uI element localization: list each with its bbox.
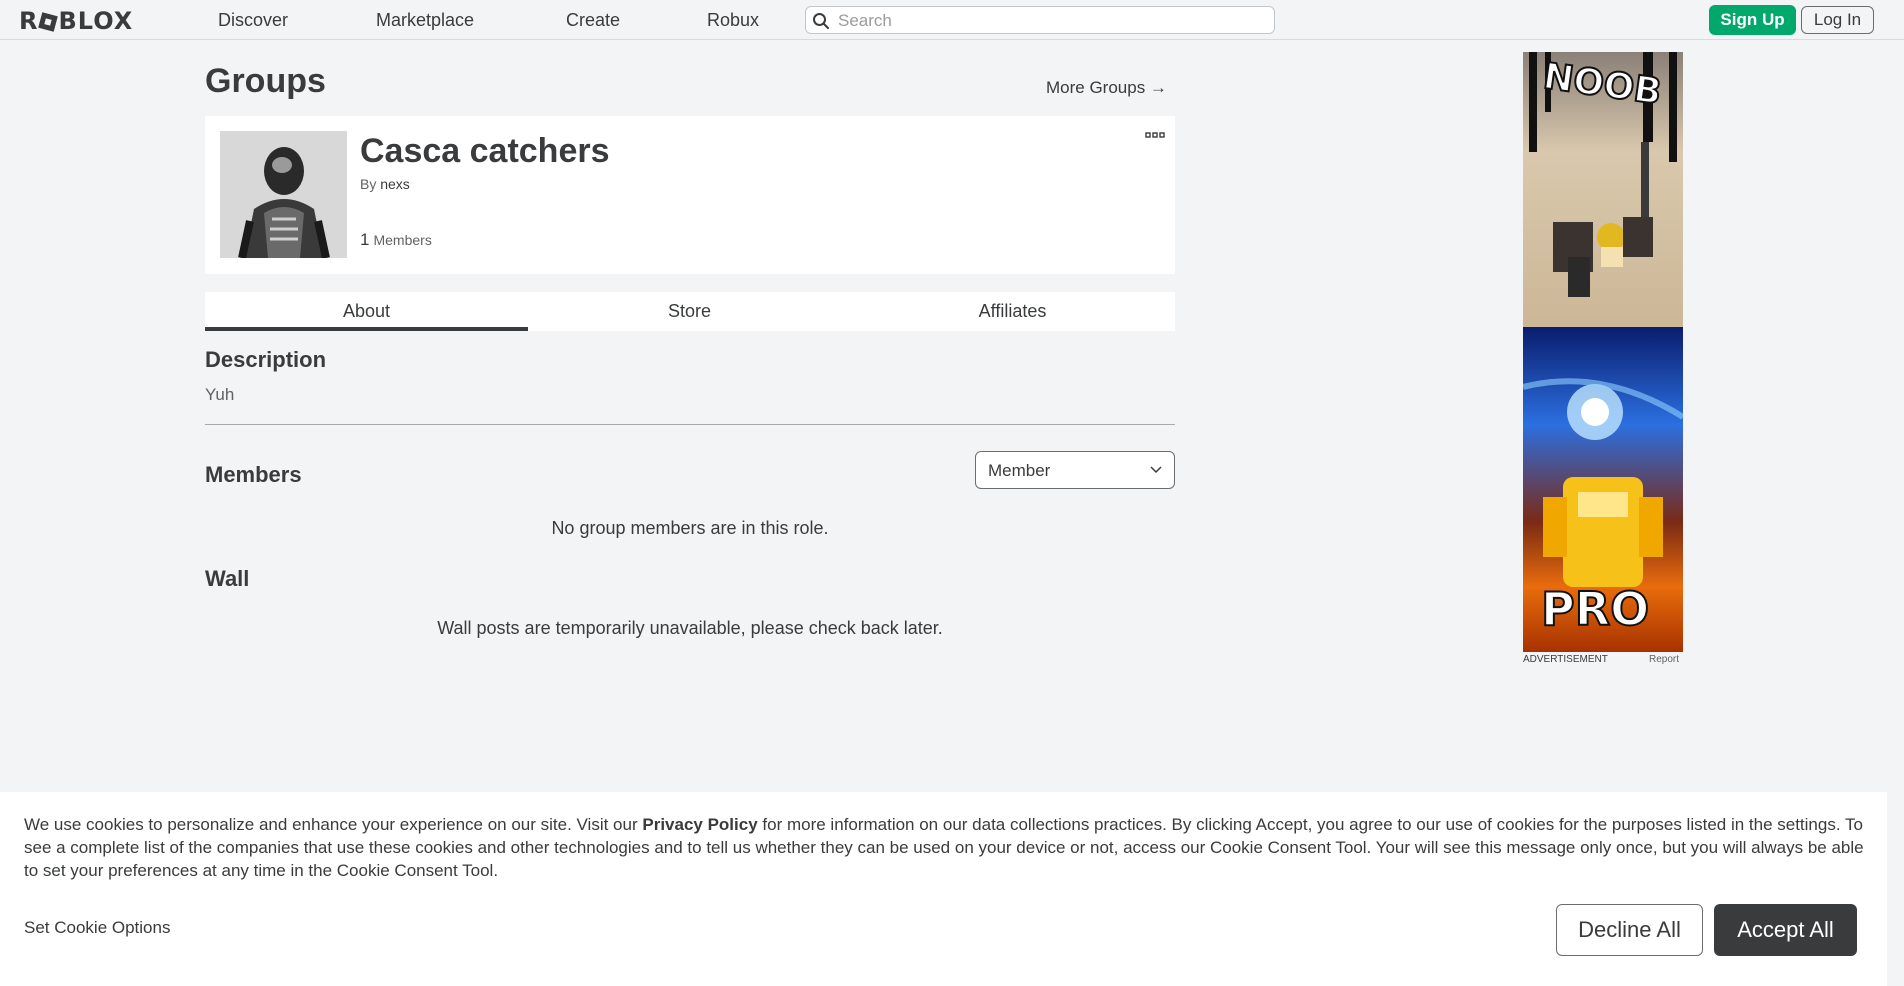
member-count-label: Members bbox=[373, 232, 432, 248]
wall-heading: Wall bbox=[205, 566, 250, 591]
group-name: Casca catchers bbox=[360, 132, 610, 170]
sign-up-button[interactable]: Sign Up bbox=[1709, 5, 1796, 35]
group-header-card: Casca catchers By nexs 1 Members bbox=[205, 116, 1175, 274]
role-dropdown[interactable]: Member bbox=[975, 451, 1175, 489]
cookie-message: We use cookies to personalize and enhanc… bbox=[24, 813, 1874, 882]
more-options-icon[interactable] bbox=[1145, 131, 1165, 141]
group-tabs: About Store Affiliates bbox=[205, 292, 1175, 331]
accept-all-button[interactable]: Accept All bbox=[1714, 904, 1857, 956]
privacy-policy-link[interactable]: Privacy Policy bbox=[642, 815, 757, 834]
ad-top-image: NOOB bbox=[1523, 52, 1683, 337]
more-groups-link[interactable]: More Groups → bbox=[1046, 78, 1167, 98]
section-divider bbox=[205, 424, 1175, 425]
tab-store[interactable]: Store bbox=[528, 292, 851, 331]
nav-robux[interactable]: Robux bbox=[707, 10, 759, 31]
member-count: 1 Members bbox=[360, 230, 432, 250]
advertisement-banner[interactable]: NOOB PRO bbox=[1523, 52, 1683, 652]
search-input[interactable] bbox=[836, 9, 1260, 33]
search-icon bbox=[813, 13, 829, 29]
role-dropdown-value: Member bbox=[988, 461, 1051, 480]
wall-unavailable-message: Wall posts are temporarily unavailable, … bbox=[437, 618, 943, 638]
set-cookie-options-link[interactable]: Set Cookie Options bbox=[24, 918, 170, 938]
owner-link[interactable]: nexs bbox=[380, 176, 410, 192]
tab-affiliates[interactable]: Affiliates bbox=[851, 292, 1174, 331]
description-heading: Description bbox=[205, 347, 327, 372]
members-empty-message: No group members are in this role. bbox=[551, 518, 829, 538]
member-count-number: 1 bbox=[360, 230, 370, 249]
page-title: Groups bbox=[205, 62, 326, 100]
search-box[interactable] bbox=[805, 6, 1275, 34]
cookie-consent-banner: We use cookies to personalize and enhanc… bbox=[0, 792, 1887, 986]
chevron-down-icon bbox=[1150, 466, 1162, 474]
scrollbar-track[interactable] bbox=[1887, 792, 1904, 986]
description-text: Yuh bbox=[205, 385, 235, 404]
ad-pro-text: PRO bbox=[1540, 581, 1650, 637]
log-in-button[interactable]: Log In bbox=[1801, 6, 1874, 34]
nav-marketplace[interactable]: Marketplace bbox=[376, 10, 474, 31]
nav-discover[interactable]: Discover bbox=[218, 10, 288, 31]
cookie-text-before: We use cookies to personalize and enhanc… bbox=[24, 815, 643, 834]
ad-report-link[interactable]: Report bbox=[1649, 654, 1679, 665]
advertisement-label: ADVERTISEMENT bbox=[1523, 654, 1608, 665]
decline-all-button[interactable]: Decline All bbox=[1556, 904, 1703, 956]
roblox-logo[interactable]: R BLOX bbox=[19, 7, 133, 35]
tab-about[interactable]: About bbox=[205, 292, 528, 331]
group-owner-line: By nexs bbox=[360, 176, 410, 192]
members-heading: Members bbox=[205, 462, 302, 487]
nav-create[interactable]: Create bbox=[566, 10, 620, 31]
top-navigation-bar: R BLOX Discover Marketplace Create Robux … bbox=[0, 0, 1904, 40]
owner-prefix: By bbox=[360, 176, 377, 192]
group-emblem-image bbox=[220, 131, 347, 258]
